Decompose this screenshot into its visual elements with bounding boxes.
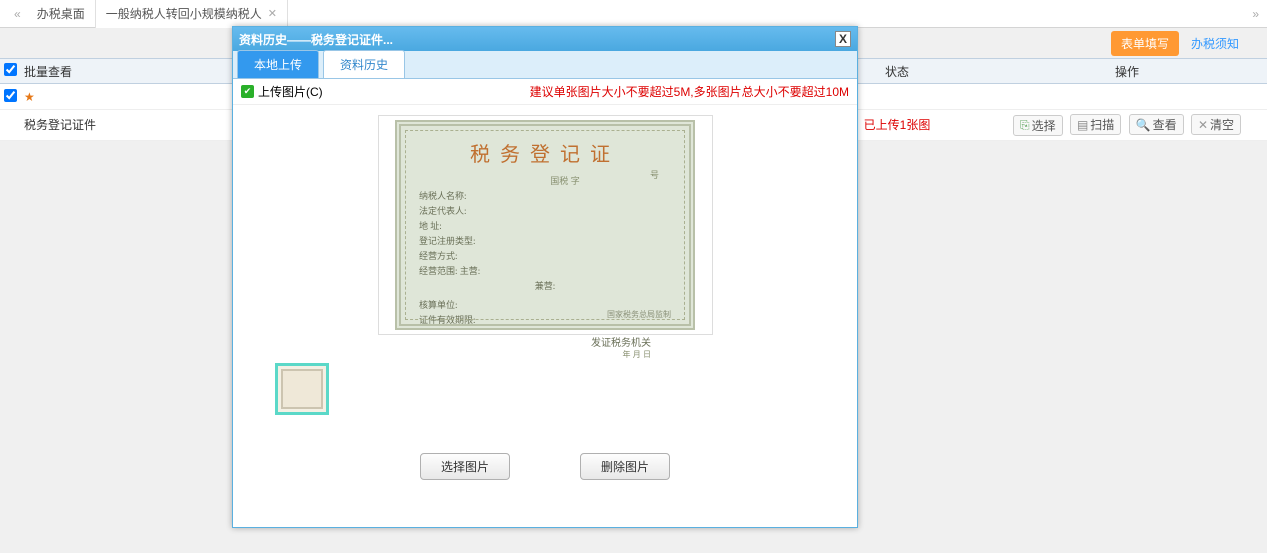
col-operation: 操作 <box>987 63 1267 80</box>
thumbnail-selected[interactable] <box>275 363 329 415</box>
image-preview[interactable]: 税务登记证 国税 字 号 纳税人名称: 法定代表人: 地 址: 登记注册类型: … <box>378 115 713 335</box>
cert-footer: 国家税务总局监制 <box>607 309 671 320</box>
view-button[interactable]: 🔍查看 <box>1129 114 1184 135</box>
cert-date: 年 月 日 <box>419 349 671 360</box>
size-hint: 建议单张图片大小不要超过5M,多张图片总大小不要超过10M <box>530 83 849 100</box>
clear-button[interactable]: ✕清空 <box>1191 114 1241 135</box>
cert-authority: 发证税务机关 <box>419 334 671 349</box>
cert-sub-right: 号 <box>650 168 659 181</box>
checkbox-batch[interactable] <box>4 63 17 76</box>
check-icon: ✔ <box>241 85 254 98</box>
top-tab-bar: « 办税桌面 一般纳税人转回小规模纳税人 ✕ » <box>0 0 1267 28</box>
close-icon[interactable]: X <box>835 31 851 47</box>
dialog-footer: 选择图片 删除图片 <box>420 453 670 480</box>
tab-material-history[interactable]: 资料历史 <box>323 50 405 78</box>
tabs-prev-icon[interactable]: « <box>8 7 27 21</box>
upload-controls: ✔ 上传图片(C) 建议单张图片大小不要超过5M,多张图片总大小不要超过10M <box>233 79 857 105</box>
select-button[interactable]: ⎘选择 <box>1013 115 1063 136</box>
close-icon[interactable]: ✕ <box>268 0 277 28</box>
search-icon: 🔍 <box>1136 118 1151 132</box>
scan-icon: ▤ <box>1077 118 1088 132</box>
scan-button[interactable]: ▤扫描 <box>1070 114 1121 135</box>
dialog-titlebar[interactable]: 资料历史——税务登记证件... X <box>233 27 857 51</box>
x-icon: ✕ <box>1198 118 1208 132</box>
certificate-image: 税务登记证 国税 字 号 纳税人名称: 法定代表人: 地 址: 登记注册类型: … <box>395 120 695 330</box>
choose-image-button[interactable]: 选择图片 <box>420 453 510 480</box>
thumbnail-strip <box>275 363 329 415</box>
dialog-title-text: 资料历史——税务登记证件... <box>239 31 393 48</box>
tab-desktop[interactable]: 办税桌面 <box>27 0 96 28</box>
tab-label: 一般纳税人转回小规模纳税人 <box>106 0 262 28</box>
thumbnail-image <box>281 369 323 409</box>
tabs-next-icon[interactable]: » <box>1252 7 1267 21</box>
tab-local-upload[interactable]: 本地上传 <box>237 50 319 78</box>
checkbox-row-filter[interactable] <box>4 89 17 102</box>
attach-icon: ⎘ <box>1020 118 1030 133</box>
upload-label[interactable]: 上传图片(C) <box>258 83 323 100</box>
notice-button[interactable]: 办税须知 <box>1183 31 1247 56</box>
preview-area: 税务登记证 国税 字 号 纳税人名称: 法定代表人: 地 址: 登记注册类型: … <box>233 105 857 490</box>
star-icon: ★ <box>24 90 35 104</box>
dialog-tabs: 本地上传 资料历史 <box>233 51 857 79</box>
tab-taxpayer-convert[interactable]: 一般纳税人转回小规模纳税人 ✕ <box>96 0 288 28</box>
tab-label: 办税桌面 <box>37 0 85 28</box>
history-dialog: 资料历史——税务登记证件... X 本地上传 资料历史 ✔ 上传图片(C) 建议… <box>232 26 858 528</box>
delete-image-button[interactable]: 删除图片 <box>580 453 670 480</box>
form-fill-button[interactable]: 表单填写 <box>1111 31 1179 56</box>
